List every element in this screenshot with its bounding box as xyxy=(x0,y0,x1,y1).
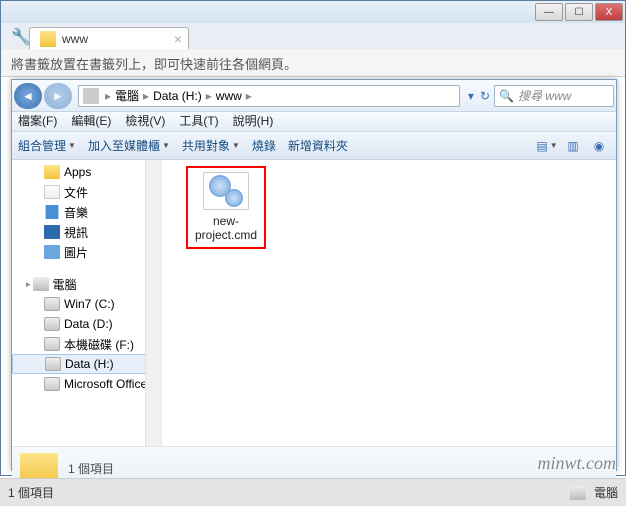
close-button[interactable]: X xyxy=(595,3,623,21)
computer-icon xyxy=(570,486,586,500)
menu-file[interactable]: 檔案(F) xyxy=(18,112,57,131)
minimize-button[interactable]: — xyxy=(535,3,563,21)
folder-icon xyxy=(40,31,56,47)
drive-icon xyxy=(44,317,60,331)
watermark: minwt.com xyxy=(538,453,617,474)
computer-icon xyxy=(33,277,49,291)
address-bar[interactable]: ▸ 電腦▸ Data (H:)▸ www▸ xyxy=(78,85,460,107)
search-placeholder: 搜尋 www xyxy=(518,87,571,104)
sidebar-drive-f[interactable]: 本機磁碟 (F:) xyxy=(12,334,161,354)
burn-button[interactable]: 燒錄 xyxy=(252,137,276,154)
sidebar-drive-d[interactable]: Data (D:) xyxy=(12,314,161,334)
titlebar: — ☐ X xyxy=(1,1,625,23)
sidebar-item-pictures[interactable]: 圖片 xyxy=(12,242,161,262)
drive-icon xyxy=(44,377,60,391)
menu-tools[interactable]: 工具(T) xyxy=(179,112,218,131)
browser-tab[interactable]: www × xyxy=(29,27,189,49)
back-button[interactable]: ◄ xyxy=(14,83,42,109)
menu-help[interactable]: 說明(H) xyxy=(233,112,274,131)
music-icon xyxy=(44,205,60,219)
folder-icon xyxy=(44,165,60,179)
newfolder-button[interactable]: 新增資料夾 xyxy=(288,137,348,154)
command-bar: 組合管理▼ 加入至媒體櫃▼ 共用對象▼ 燒錄 新增資料夾 ▤▼ ▥ ◉ xyxy=(12,132,616,160)
search-icon: 🔍 xyxy=(499,89,514,103)
status-items: 1 個項目 xyxy=(8,484,54,501)
bookmark-bar-hint: 將書籤放置在書籤列上，即可快速前往各個網頁。 xyxy=(1,49,625,77)
sidebar-scrollbar[interactable] xyxy=(145,160,161,446)
tab-strip: 🔧 www × xyxy=(1,23,625,49)
tab-title: www xyxy=(62,32,88,46)
document-icon xyxy=(44,185,60,199)
sidebar-item-documents[interactable]: 文件 xyxy=(12,182,161,202)
organize-button[interactable]: 組合管理▼ xyxy=(18,137,76,154)
file-list[interactable]: new-project.cmd xyxy=(162,160,616,446)
tab-close-icon[interactable]: × xyxy=(174,31,182,47)
file-item[interactable]: new-project.cmd xyxy=(186,166,266,249)
drive-icon xyxy=(44,337,60,351)
status-right: 電腦 xyxy=(594,484,618,501)
forward-button[interactable]: ► xyxy=(44,83,72,109)
view-options-icon[interactable]: ▤▼ xyxy=(536,137,558,155)
breadcrumb-root[interactable]: 電腦 xyxy=(115,87,139,104)
computer-icon xyxy=(83,88,99,104)
cmd-file-icon xyxy=(203,172,249,210)
preview-pane-icon[interactable]: ▥ xyxy=(562,137,584,155)
maximize-button[interactable]: ☐ xyxy=(565,3,593,21)
explorer-header: ◄ ► ▸ 電腦▸ Data (H:)▸ www▸ ▾ ↻ 🔍 搜尋 www xyxy=(12,80,616,112)
sidebar-drive-office[interactable]: Microsoft Office xyxy=(12,374,161,394)
menu-view[interactable]: 檢視(V) xyxy=(125,112,165,131)
breadcrumb-folder[interactable]: www xyxy=(216,89,242,103)
sidebar-item-music[interactable]: 音樂 xyxy=(12,202,161,222)
explorer-window: ◄ ► ▸ 電腦▸ Data (H:)▸ www▸ ▾ ↻ 🔍 搜尋 www 檔… xyxy=(11,79,617,471)
drive-icon xyxy=(45,357,61,371)
sidebar-item-computer[interactable]: ▸電腦 xyxy=(12,274,161,294)
status-bar: 1 個項目 電腦 xyxy=(0,478,626,506)
drive-icon xyxy=(44,297,60,311)
navigation-pane[interactable]: Apps 文件 音樂 視訊 圖片 ▸電腦 Win7 (C:) Data (D:)… xyxy=(12,160,162,446)
picture-icon xyxy=(44,245,60,259)
breadcrumb-drive[interactable]: Data (H:) xyxy=(153,89,202,103)
dropdown-icon[interactable]: ▾ xyxy=(468,89,474,103)
help-icon[interactable]: ◉ xyxy=(588,137,610,155)
menu-edit[interactable]: 編輯(E) xyxy=(71,112,111,131)
sidebar-item-apps[interactable]: Apps xyxy=(12,162,161,182)
sidebar-item-videos[interactable]: 視訊 xyxy=(12,222,161,242)
sidebar-drive-h[interactable]: Data (H:) xyxy=(12,354,161,374)
video-icon xyxy=(44,225,60,239)
search-input[interactable]: 🔍 搜尋 www xyxy=(494,85,614,107)
include-button[interactable]: 加入至媒體櫃▼ xyxy=(88,137,170,154)
refresh-icon[interactable]: ↻ xyxy=(480,89,490,103)
file-label: new-project.cmd xyxy=(190,214,262,243)
menu-bar: 檔案(F) 編輯(E) 檢視(V) 工具(T) 說明(H) xyxy=(12,112,616,132)
details-text: 1 個項目 xyxy=(68,460,114,477)
sidebar-drive-c[interactable]: Win7 (C:) xyxy=(12,294,161,314)
wrench-icon[interactable]: 🔧 xyxy=(7,25,29,49)
share-button[interactable]: 共用對象▼ xyxy=(182,137,240,154)
